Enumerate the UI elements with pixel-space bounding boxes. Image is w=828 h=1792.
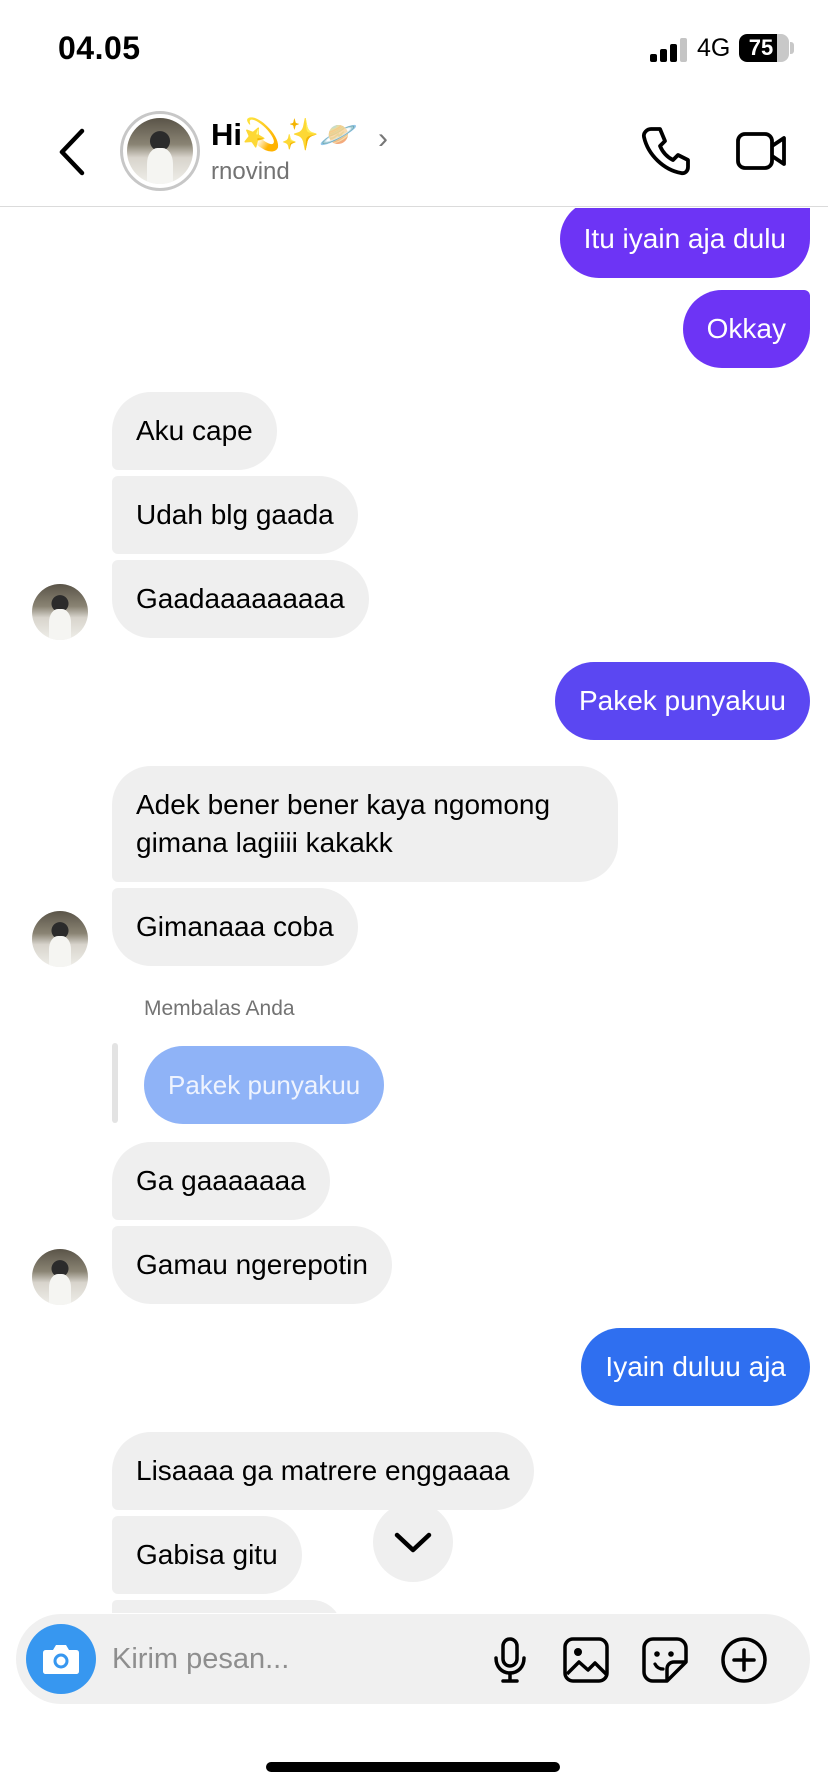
- chevron-right-icon[interactable]: ›: [378, 122, 388, 156]
- video-call-button[interactable]: [735, 126, 787, 176]
- message-list[interactable]: Itu iyain aja dulu Okkay Aku cape Udah b…: [0, 208, 828, 1613]
- sticker-icon: [642, 1637, 688, 1683]
- message-bubble-incoming[interactable]: Aku cape: [112, 392, 277, 470]
- microphone-icon: [494, 1637, 526, 1683]
- phone-icon: [641, 127, 690, 176]
- chevron-left-icon: [59, 128, 85, 176]
- home-indicator: [266, 1762, 560, 1772]
- message-bubble-incoming[interactable]: Gamau ngerepotin: [112, 1226, 392, 1304]
- video-camera-icon: [736, 132, 786, 170]
- battery-level: 75: [748, 35, 774, 60]
- message-bubble-incoming[interactable]: Gaadaaaaaaaaa: [112, 560, 369, 638]
- message-bubble-incoming[interactable]: Ga gaaaaaaa: [112, 1142, 330, 1220]
- voice-call-button[interactable]: [640, 125, 692, 177]
- status-bar: 04.05 4G 75: [0, 0, 828, 100]
- more-options-button[interactable]: [720, 1636, 768, 1684]
- camera-button[interactable]: [26, 1624, 96, 1694]
- contact-username[interactable]: rnovind: [211, 158, 290, 186]
- chat-header: Hi💫✨🪐 › rnovind: [0, 100, 828, 207]
- sticker-button[interactable]: [641, 1636, 689, 1684]
- message-bubble-incoming[interactable]: Udah blg gaada: [112, 476, 358, 554]
- message-bubble-incoming[interactable]: Adek bener bener kaya ngomong gimana lag…: [112, 766, 618, 882]
- status-time: 04.05: [58, 30, 141, 66]
- voice-message-button[interactable]: [486, 1636, 534, 1684]
- message-bubble-outgoing[interactable]: Okkay: [682, 290, 810, 368]
- quoted-reply-bubble[interactable]: Pakek punyakuu: [144, 1046, 385, 1124]
- reply-indicator-bar: [112, 1043, 118, 1123]
- image-icon: [563, 1637, 609, 1683]
- message-composer: [16, 1614, 810, 1704]
- message-bubble-outgoing[interactable]: Pakek punyakuu: [554, 662, 810, 740]
- message-bubble-outgoing[interactable]: Itu iyain aja dulu: [559, 208, 810, 278]
- message-input[interactable]: [112, 1634, 472, 1684]
- contact-name[interactable]: Hi💫✨🪐: [211, 116, 358, 153]
- battery-icon: 75: [739, 34, 789, 62]
- gallery-button[interactable]: [562, 1636, 610, 1684]
- sender-avatar[interactable]: [32, 911, 88, 967]
- message-bubble-incoming[interactable]: Gimanaaa coba: [112, 888, 358, 966]
- scroll-to-bottom-button[interactable]: [373, 1502, 453, 1582]
- message-bubble-incoming-partial[interactable]: [112, 1600, 342, 1613]
- message-bubble-outgoing[interactable]: Iyain duluu aja: [581, 1328, 810, 1406]
- battery-cap: [790, 42, 794, 54]
- signal-icon: [650, 38, 690, 62]
- back-button[interactable]: [50, 125, 94, 179]
- message-bubble-incoming[interactable]: Gabisa gitu: [112, 1516, 302, 1594]
- sender-avatar[interactable]: [32, 584, 88, 640]
- sender-avatar[interactable]: [32, 1249, 88, 1305]
- reply-label: Membalas Anda: [144, 997, 295, 1020]
- message-bubble-incoming[interactable]: Lisaaaa ga matrere enggaaaa: [112, 1432, 534, 1510]
- avatar-photo: [127, 118, 193, 184]
- contact-avatar[interactable]: [120, 111, 200, 191]
- chevron-down-icon: [394, 1532, 432, 1553]
- plus-circle-icon: [721, 1637, 767, 1683]
- network-type: 4G: [697, 34, 731, 62]
- camera-icon: [43, 1645, 79, 1674]
